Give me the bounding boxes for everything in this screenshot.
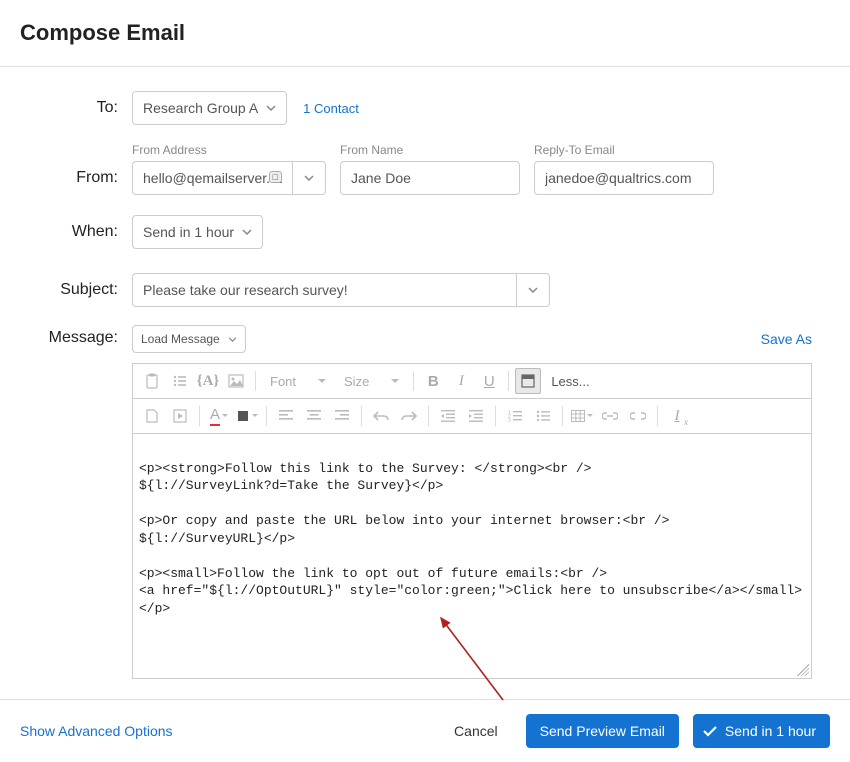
separator [508, 371, 509, 391]
from-address-label: From Address [132, 143, 326, 157]
send-button-label: Send in 1 hour [725, 723, 816, 739]
piped-text-icon[interactable]: {A} [195, 368, 221, 394]
to-selected-value: Research Group A [143, 100, 258, 116]
reply-to-field[interactable] [545, 162, 703, 194]
subject-row: Subject: [20, 273, 830, 307]
to-recipient-dropdown[interactable]: Research Group A [132, 91, 287, 125]
underline-icon[interactable]: U [476, 368, 502, 394]
bullet-list2-icon[interactable] [530, 403, 556, 429]
separator [413, 371, 414, 391]
number-list-icon[interactable]: 123 [502, 403, 528, 429]
separator [495, 406, 496, 426]
subject-label: Subject: [20, 273, 132, 299]
undo-icon[interactable] [368, 403, 394, 429]
align-left-icon[interactable] [273, 403, 299, 429]
collapse-toolbar-link[interactable]: Less... [543, 374, 597, 389]
separator [255, 371, 256, 391]
from-name-label: From Name [340, 143, 520, 157]
table-icon[interactable] [569, 403, 595, 429]
load-message-dropdown[interactable]: Load Message [132, 325, 246, 353]
redo-icon[interactable] [396, 403, 422, 429]
message-label: Message: [20, 325, 132, 347]
align-right-icon[interactable] [329, 403, 355, 429]
unlink-icon[interactable] [625, 403, 651, 429]
separator [266, 406, 267, 426]
preview-icon[interactable] [167, 403, 193, 429]
indent-icon[interactable] [463, 403, 489, 429]
subject-dropdown[interactable] [516, 273, 550, 307]
from-address-input[interactable]: □ [132, 161, 292, 195]
separator [199, 406, 200, 426]
bullet-list-icon[interactable] [167, 368, 193, 394]
from-address-dropdown[interactable] [292, 161, 326, 195]
load-message-label: Load Message [141, 332, 220, 346]
image-icon[interactable] [223, 368, 249, 394]
send-preview-button[interactable]: Send Preview Email [526, 714, 679, 748]
when-label: When: [20, 215, 132, 241]
align-center-icon[interactable] [301, 403, 327, 429]
editor-toolbar-1: {A} Font Size B I U Less... [133, 364, 811, 399]
from-name-input[interactable] [340, 161, 520, 195]
send-button[interactable]: Send in 1 hour [693, 714, 830, 748]
save-as-link[interactable]: Save As [761, 331, 812, 347]
when-selected-value: Send in 1 hour [143, 224, 234, 240]
italic-icon[interactable]: I [448, 368, 474, 394]
chevron-down-icon [242, 229, 252, 235]
when-row: When: Send in 1 hour [20, 215, 830, 249]
separator [428, 406, 429, 426]
text-color-icon[interactable]: A [206, 403, 232, 429]
from-address-field[interactable] [143, 162, 282, 194]
to-row: To: Research Group A 1 Contact [20, 91, 830, 125]
bg-color-icon[interactable] [234, 403, 260, 429]
separator [657, 406, 658, 426]
chevron-down-icon [228, 337, 237, 342]
compose-form: To: Research Group A 1 Contact From: Fro… [0, 67, 850, 699]
chevron-down-icon [266, 105, 276, 111]
from-row: From: From Address □ Fr [20, 143, 830, 195]
subject-field[interactable] [143, 274, 506, 306]
bold-icon[interactable]: B [420, 368, 446, 394]
check-icon [703, 726, 717, 737]
remove-format-icon[interactable]: Ix [664, 403, 690, 429]
editor-toolbar-2: A 123 [133, 399, 811, 434]
cancel-button[interactable]: Cancel [440, 714, 512, 748]
rich-text-editor: {A} Font Size B I U Less... [132, 363, 812, 679]
from-label: From: [20, 143, 132, 187]
size-dropdown[interactable]: Size [336, 368, 407, 394]
to-label: To: [20, 91, 132, 117]
reply-to-input[interactable] [534, 161, 714, 195]
page-title: Compose Email [20, 20, 830, 46]
page-header: Compose Email [0, 0, 850, 67]
from-name-field[interactable] [351, 162, 509, 194]
subject-input[interactable] [132, 273, 516, 307]
contact-count-link[interactable]: 1 Contact [303, 101, 359, 116]
message-row: Message: Load Message Save As {A} [20, 325, 830, 679]
separator [562, 406, 563, 426]
footer-bar: Show Advanced Options Cancel Send Previe… [0, 699, 850, 762]
annotation-arrow [433, 610, 513, 710]
editor-source-textarea[interactable]: <p><strong>Follow this link to the Surve… [133, 434, 811, 678]
outdent-icon[interactable] [435, 403, 461, 429]
paste-icon[interactable] [139, 368, 165, 394]
font-dropdown[interactable]: Font [262, 368, 334, 394]
reply-to-label: Reply-To Email [534, 143, 714, 157]
new-page-icon[interactable] [139, 403, 165, 429]
source-icon[interactable] [515, 368, 541, 394]
advanced-options-link[interactable]: Show Advanced Options [20, 723, 173, 739]
when-dropdown[interactable]: Send in 1 hour [132, 215, 263, 249]
svg-text:3: 3 [508, 418, 511, 422]
editor-content: <p><strong>Follow this link to the Surve… [139, 461, 802, 616]
link-icon[interactable] [597, 403, 623, 429]
separator [361, 406, 362, 426]
